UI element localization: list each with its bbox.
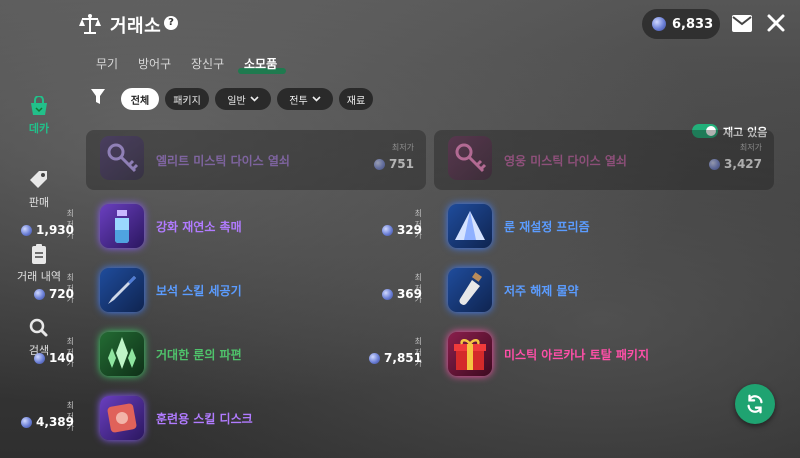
item-name: 룬 재설정 프리즘 xyxy=(504,220,590,234)
item-name: 강화 재연소 촉매 xyxy=(156,220,242,234)
item-name: 저주 해제 물약 xyxy=(504,284,579,298)
sidebar-item-label: 데카 xyxy=(28,122,50,135)
item-price: 3,427 xyxy=(709,157,762,171)
gem-icon xyxy=(381,288,393,300)
sidebar-item-history[interactable]: 거래 내역 xyxy=(4,244,74,284)
clipboard-icon xyxy=(32,244,46,264)
sidebar-item-label: 거래 내역 xyxy=(17,270,61,283)
search-icon xyxy=(29,318,48,337)
item-price: 369 xyxy=(381,287,422,301)
potion-bottle-icon xyxy=(100,204,144,248)
key-icon xyxy=(448,136,492,180)
key-icon xyxy=(100,136,144,180)
item-price: 140 xyxy=(33,351,74,365)
gem-chisel-icon xyxy=(100,268,144,312)
filter-dropdown-general[interactable]: 일반 xyxy=(215,88,271,110)
price-label: 최저가 xyxy=(391,143,414,152)
item-price: 329 xyxy=(381,223,422,237)
gem-icon xyxy=(21,224,33,236)
mail-icon[interactable] xyxy=(732,15,752,32)
currency-display: 6,833 xyxy=(642,9,720,39)
price-label: 최저가 xyxy=(739,143,762,152)
item-name: 미스틱 아르카나 토탈 패키지 xyxy=(504,348,650,362)
item-price: 751 xyxy=(373,157,414,171)
tag-icon xyxy=(30,171,47,188)
item-price: 7,851 xyxy=(369,351,422,365)
gem-icon xyxy=(373,158,385,170)
gem-icon xyxy=(33,288,45,300)
item-price: 720 xyxy=(33,287,74,301)
tab-consumables[interactable]: 소모품 xyxy=(244,55,277,72)
sidebar-item-sell[interactable]: 판매 xyxy=(4,170,74,210)
filter-icon[interactable] xyxy=(90,88,106,106)
filter-chip-material[interactable]: 재료 xyxy=(339,88,373,110)
tab-armor[interactable]: 방어구 xyxy=(138,55,171,72)
item-name: 엘리트 미스틱 다이스 열쇠 xyxy=(156,154,290,168)
close-icon[interactable] xyxy=(766,13,786,33)
crystal-shard-icon xyxy=(100,332,144,376)
refresh-button[interactable] xyxy=(735,384,775,424)
item-price: 4,389 xyxy=(21,415,74,429)
currency-amount: 6,833 xyxy=(672,16,714,32)
chevron-down-icon xyxy=(312,96,321,102)
filter-dropdown-combat[interactable]: 전투 xyxy=(277,88,333,110)
gem-icon xyxy=(709,158,721,170)
gem-icon xyxy=(369,352,381,364)
tab-accessories[interactable]: 장신구 xyxy=(191,55,224,72)
flask-icon xyxy=(448,268,492,312)
item-price: 1,930 xyxy=(21,223,74,237)
tab-weapons[interactable]: 무기 xyxy=(96,55,118,72)
skill-disk-icon xyxy=(100,396,144,440)
gem-icon xyxy=(21,416,33,428)
gift-box-icon xyxy=(448,332,492,376)
item-name: 영웅 미스틱 다이스 열쇠 xyxy=(504,154,627,168)
item-card[interactable]: 엘리트 미스틱 다이스 열쇠 최저가 751 xyxy=(86,130,426,190)
prism-icon xyxy=(448,204,492,248)
help-icon[interactable]: ? xyxy=(164,16,178,30)
shopping-bag-icon xyxy=(31,96,47,115)
refresh-icon xyxy=(747,394,763,414)
item-name: 거대한 룬의 파편 xyxy=(156,348,242,362)
item-name: 보석 스킬 세공기 xyxy=(156,284,242,298)
sidebar-item-label: 판매 xyxy=(28,196,50,209)
sidebar-item-deka[interactable]: 데카 xyxy=(4,96,74,136)
gem-icon xyxy=(381,224,393,236)
filter-chip-all[interactable]: 전체 xyxy=(121,88,159,110)
gem-icon xyxy=(33,352,45,364)
item-name: 훈련용 스킬 디스크 xyxy=(156,412,253,426)
gem-icon xyxy=(652,17,666,31)
chevron-down-icon xyxy=(250,96,259,102)
filter-chip-package[interactable]: 패키지 xyxy=(165,88,209,110)
scales-icon xyxy=(78,12,102,36)
page-title: 거래소 xyxy=(110,16,162,37)
item-card[interactable]: 영웅 미스틱 다이스 열쇠 최저가 3,427 xyxy=(434,130,774,190)
